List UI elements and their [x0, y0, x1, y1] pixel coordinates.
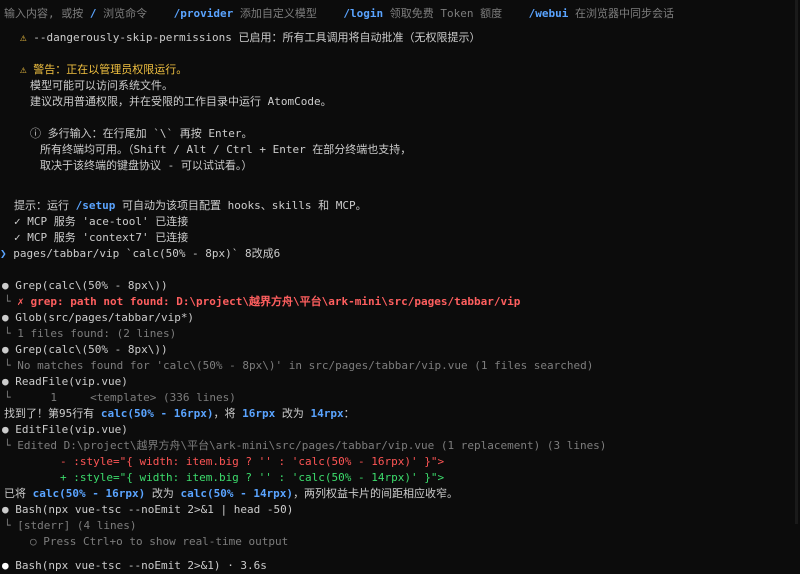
spinner-icon: ● — [2, 559, 9, 572]
scrollbar[interactable] — [795, 0, 798, 524]
webui-command-desc: 在浏览器中同步会话 — [574, 7, 674, 20]
elapsed-time: · 3.6s — [227, 559, 267, 572]
line-number: 1 — [50, 391, 57, 404]
tool-output-text: No matches found for 'calc\(50% - 8px\)'… — [17, 359, 594, 372]
tool-error-text: ✗ grep: path not found: D:\project\越界方舟\… — [17, 295, 521, 308]
provider-command-desc: 添加自定义模型 — [239, 7, 317, 20]
tool-call-text: EditFile(vip.vue) — [15, 423, 128, 436]
branch-icon: └ — [4, 439, 11, 452]
tool-call-text: Grep(calc\(50% - 8px\)) — [15, 343, 168, 356]
skip-permissions-text: --dangerously-skip-permissions 已启用：所有工具调… — [33, 31, 481, 44]
tool-call-text: ReadFile(vip.vue) — [15, 375, 128, 388]
message-text: ： — [343, 407, 355, 420]
setup-tip: 提示：运行 /setup 可自动为该项目配置 hooks、skills 和 MC… — [0, 198, 800, 214]
warning-icon: ⚠ — [20, 31, 27, 44]
tool-call-text: Glob(src/pages/tabbar/vip*) — [15, 311, 195, 324]
prompt-icon: ❯ — [0, 247, 7, 260]
tool-call: ● Glob(src/pages/tabbar/vip*) — [0, 310, 800, 326]
tool-call: ● ReadFile(vip.vue) — [0, 374, 800, 390]
tool-call: ● Bash(npx vue-tsc --noEmit 2>&1 | head … — [0, 502, 800, 518]
tool-output-text: Edited D:\project\越界方舟\平台\ark-mini\src/p… — [17, 439, 607, 452]
assistant-message: 已将 calc(50% - 16rpx) 改为 calc(50% - 14rpx… — [0, 486, 800, 502]
message-text: ，两列权益卡片的间距相应收窄。 — [293, 487, 459, 500]
branch-icon: └ — [4, 295, 11, 308]
login-command-desc: 领取免费 Token 额度 — [389, 7, 503, 20]
diff-added-line: + :style="{ width: item.big ? '' : 'calc… — [60, 471, 445, 484]
assistant-message: 找到了！第95行有 calc(50% - 16rpx)，将 16rpx 改为 1… — [0, 406, 800, 422]
code-highlight: calc(50% - 16rpx) — [32, 487, 146, 500]
setup-tip-prefix: 提示：运行 — [14, 199, 69, 212]
setup-tip-suffix: 可自动为该项目配置 hooks、skills 和 MCP。 — [122, 199, 367, 212]
message-text: 改为 — [151, 487, 174, 500]
admin-warning-line: 模型可能可以访问系统文件。 — [30, 79, 173, 92]
tool-call: ● Grep(calc\(50% - 8px\)) — [0, 278, 800, 294]
realtime-output-hint: ○ Press Ctrl+o to show real-time output — [30, 535, 289, 548]
tool-output: └ ✗ grep: path not found: D:\project\越界方… — [0, 294, 800, 310]
code-highlight: 14rpx — [310, 407, 344, 420]
bullet-icon: ● — [2, 311, 9, 324]
user-message: pages/tabbar/vip `calc(50% - 8px)` 8改成6 — [13, 247, 281, 260]
tool-call-text: Grep(calc\(50% - 8px\)) — [15, 279, 168, 292]
admin-warning-text: 警告：正在以管理员权限运行。 — [33, 63, 188, 76]
input-hint: 输入内容, 或按 — [4, 7, 84, 20]
admin-warning-line: 建议改用普通权限，并在受限的工作目录中运行 AtomCode。 — [30, 95, 332, 108]
branch-icon: └ — [4, 519, 11, 532]
tool-output-text: [stderr] (4 lines) — [17, 519, 137, 532]
warning-icon: ⚠ — [20, 63, 27, 76]
mcp-status: ✓ MCP 服务 'context7' 已连接 — [14, 231, 189, 244]
tool-output: └ 1 files found: (2 lines) — [0, 326, 800, 342]
bullet-icon: ● — [2, 279, 9, 292]
diff-removed-line: - :style="{ width: item.big ? '' : 'calc… — [60, 455, 445, 468]
setup-command: /setup — [75, 199, 116, 212]
branch-icon: └ — [4, 359, 11, 372]
slash-command: / — [89, 7, 97, 20]
multiline-tip: 所有终端均可用。（Shift / Alt / Ctrl + Enter 在部分终… — [40, 143, 412, 156]
tool-output: └ No matches found for 'calc\(50% - 8px\… — [0, 358, 800, 374]
tool-output: └ Edited D:\project\越界方舟\平台\ark-mini\src… — [0, 438, 800, 454]
terminal-window[interactable]: 输入内容, 或按 / 浏览命令 /provider 添加自定义模型 /login… — [0, 0, 800, 572]
tool-call-text: Bash(npx vue-tsc --noEmit 2>&1 | head -5… — [15, 503, 294, 516]
command-hint-bar: 输入内容, 或按 / 浏览命令 /provider 添加自定义模型 /login… — [0, 6, 800, 22]
tool-output-text: <template> (336 lines) — [90, 391, 236, 404]
mcp-status: ✓ MCP 服务 'ace-tool' 已连接 — [14, 215, 189, 228]
admin-warning-title: ⚠ 警告：正在以管理员权限运行。 — [0, 62, 800, 78]
login-command: /login — [343, 7, 384, 20]
message-text: ，将 — [213, 407, 236, 420]
tool-output: └ 1 <template> (336 lines) — [0, 390, 800, 406]
code-highlight: calc(50% - 14rpx) — [180, 487, 294, 500]
bullet-icon: ● — [2, 503, 9, 516]
tool-call: ● Grep(calc\(50% - 8px\)) — [0, 342, 800, 358]
multiline-tip: 取决于该终端的键盘协议 - 可以试试看。） — [40, 159, 253, 172]
tool-output-text: 1 files found: (2 lines) — [17, 327, 177, 340]
bullet-icon: ● — [2, 343, 9, 356]
message-text: 已将 — [4, 487, 26, 500]
branch-icon: └ — [4, 391, 11, 404]
slash-command-desc: 浏览命令 — [103, 7, 148, 20]
message-text: 找到了！第95行有 — [4, 407, 95, 420]
multiline-tip: ⓘ 多行输入：在行尾加 `\` 再按 Enter。 — [30, 127, 253, 140]
code-highlight: calc(50% - 16rpx) — [100, 407, 214, 420]
running-tool-call: ● Bash(npx vue-tsc --noEmit 2>&1) · 3.6s — [0, 558, 800, 574]
branch-icon: └ — [4, 327, 11, 340]
skip-permissions-notice: ⚠ --dangerously-skip-permissions 已启用：所有工… — [0, 30, 800, 46]
message-text: 改为 — [281, 407, 304, 420]
code-highlight: 16rpx — [242, 407, 276, 420]
provider-command: /provider — [173, 7, 234, 20]
tool-call-text: Bash(npx vue-tsc --noEmit 2>&1) — [15, 559, 221, 572]
tool-call: ● EditFile(vip.vue) — [0, 422, 800, 438]
bullet-icon: ● — [2, 375, 9, 388]
tool-output: └ [stderr] (4 lines) — [0, 518, 800, 534]
webui-command: /webui — [528, 7, 569, 20]
user-prompt: ❯ pages/tabbar/vip `calc(50% - 8px)` 8改成… — [0, 246, 800, 262]
bullet-icon: ● — [2, 423, 9, 436]
